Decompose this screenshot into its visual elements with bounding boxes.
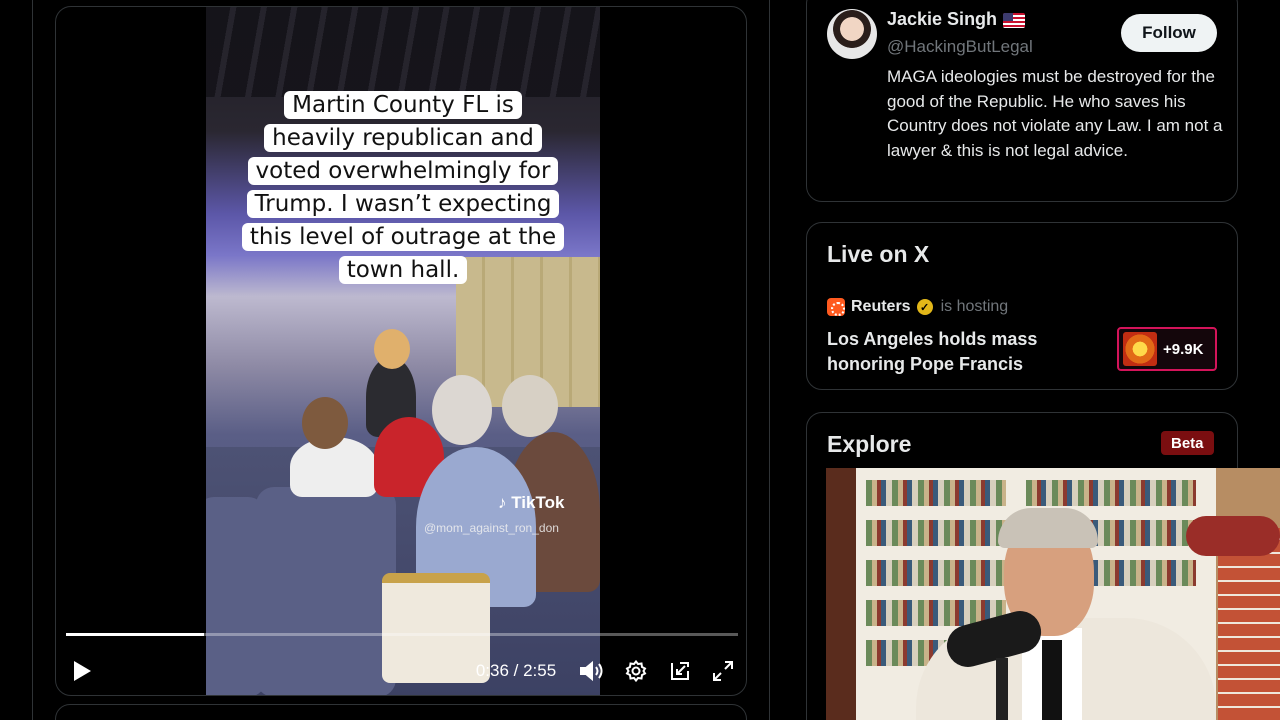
- listeners-count: +9.9K: [1163, 340, 1204, 358]
- expand-icon: [713, 661, 733, 681]
- scene-person-head: [502, 375, 558, 437]
- tiktok-watermark: ♪ TikTok: [498, 493, 564, 513]
- video-frame[interactable]: Martin County FL is heavily republican a…: [206, 7, 600, 695]
- cam-garland: [1186, 516, 1280, 556]
- tiktok-icon: ♪: [498, 493, 507, 512]
- fullscreen-button[interactable]: [706, 653, 740, 689]
- caption-line: heavily republican and: [264, 124, 542, 152]
- cam-books: [866, 560, 1006, 586]
- settings-button[interactable]: [619, 653, 653, 689]
- cam-door: [826, 468, 856, 720]
- verified-badge-icon: ✓: [916, 299, 933, 315]
- live-listeners-badge[interactable]: +9.9K: [1117, 327, 1217, 371]
- tiktok-username: @mom_against_ron_don: [424, 521, 559, 535]
- who-to-follow-card: Jackie Singh @HackingButLegal Follow MAG…: [806, 0, 1238, 202]
- user-bio: MAGA ideologies must be destroyed for th…: [887, 67, 1223, 161]
- cam-books: [866, 480, 1006, 506]
- live-thumbnail: [1123, 332, 1157, 366]
- tiktok-watermark-text: TikTok: [511, 493, 565, 512]
- scene-person-head: [302, 397, 348, 449]
- video-progress-fill: [66, 633, 205, 636]
- video-time: 0:36 / 2:55: [475, 661, 557, 680]
- caption-line: voted overwhelmingly for: [247, 157, 559, 185]
- live-headline[interactable]: Los Angeles holds mass honoring Pope Fra…: [827, 327, 1087, 377]
- video-caption: Martin County FL is heavily republican a…: [218, 89, 588, 287]
- next-post[interactable]: [55, 704, 747, 720]
- user-handle[interactable]: @HackingButLegal: [887, 37, 1033, 57]
- cam-mic-arm: [996, 658, 1008, 720]
- cam-books: [1026, 480, 1196, 506]
- volume-button[interactable]: [574, 653, 608, 689]
- cam-fireplace: [1218, 528, 1280, 720]
- volume-icon: [580, 660, 603, 682]
- timeline-column: Martin County FL is heavily republican a…: [32, 0, 770, 720]
- cam-person-hair: [998, 508, 1098, 548]
- video-progress-bar[interactable]: [66, 633, 738, 636]
- gear-icon: [625, 659, 647, 683]
- caption-line: Martin County FL is: [284, 91, 522, 119]
- caption-line: town hall.: [338, 256, 468, 284]
- caption-line: this level of outrage at the: [241, 223, 565, 251]
- live-on-x-card[interactable]: Live on X Reuters ✓ is hosting Los Angel…: [806, 222, 1238, 390]
- cam-books: [866, 520, 1006, 546]
- us-flag-icon: [1003, 13, 1025, 28]
- video-player[interactable]: Martin County FL is heavily republican a…: [55, 6, 747, 696]
- caption-line: Trump. I wasn’t expecting: [246, 190, 560, 218]
- user-name[interactable]: Jackie Singh: [887, 9, 997, 30]
- live-section-title: Live on X: [827, 241, 930, 267]
- beta-badge: Beta: [1161, 431, 1214, 455]
- live-host-row: Reuters ✓ is hosting: [827, 297, 1008, 317]
- video-controls: 0:36 / 2:55: [56, 653, 746, 689]
- explore-title: Explore: [827, 431, 912, 457]
- scene-person-head: [432, 375, 492, 445]
- host-suffix: is hosting: [940, 298, 1009, 315]
- play-icon: [74, 661, 91, 681]
- reuters-logo-icon: [827, 298, 845, 316]
- scene-ceiling: [206, 7, 600, 97]
- host-name: Reuters: [851, 298, 911, 315]
- cam-person-tie: [1042, 640, 1062, 720]
- picture-in-picture-button[interactable]: [663, 653, 697, 689]
- avatar[interactable]: [827, 9, 877, 59]
- follow-button[interactable]: Follow: [1121, 14, 1217, 52]
- webcam-overlay: [826, 468, 1280, 720]
- scene-person-head: [374, 329, 410, 369]
- pip-icon: [671, 662, 689, 680]
- play-button[interactable]: [66, 653, 98, 689]
